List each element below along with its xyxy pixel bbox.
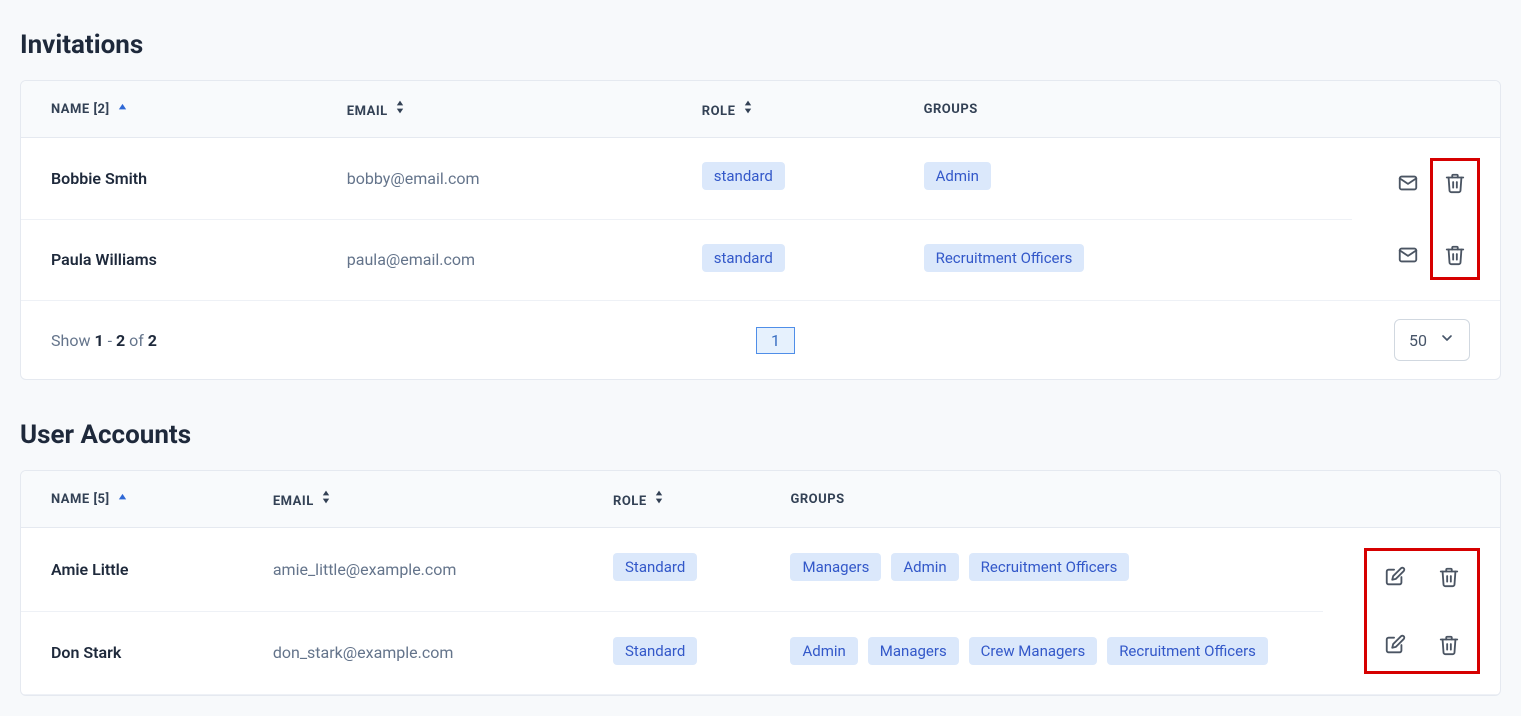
- invitation-email: paula@email.com: [317, 219, 672, 301]
- delete-invite-button[interactable]: [1439, 239, 1471, 271]
- user-name: Amie Little: [21, 528, 243, 612]
- group-badge: Recruitment Officers: [969, 553, 1130, 581]
- edit-user-button[interactable]: [1379, 561, 1411, 593]
- col-header-name[interactable]: NAME [5]: [21, 471, 243, 528]
- invitations-table: NAME [2] EMAIL ROLE GROUPS Bobbie: [21, 81, 1500, 301]
- pg-dash: -: [104, 331, 116, 350]
- invitations-footer: Show 1 - 2 of 2 1 50: [21, 301, 1500, 379]
- col-header-role-label: ROLE: [702, 104, 736, 119]
- sort-icon: [743, 104, 753, 119]
- col-header-email[interactable]: EMAIL: [243, 471, 583, 528]
- pg-to: 2: [116, 331, 125, 350]
- resend-invite-button[interactable]: [1392, 167, 1424, 199]
- role-badge: standard: [702, 162, 785, 190]
- invitation-name: Paula Williams: [21, 219, 317, 301]
- col-header-email[interactable]: EMAIL: [317, 81, 672, 138]
- invitation-row: Bobbie Smith bobby@email.com standard Ad…: [21, 138, 1500, 220]
- col-header-name-label: NAME [5]: [51, 492, 110, 507]
- col-header-groups: GROUPS: [760, 471, 1322, 528]
- col-header-role[interactable]: ROLE: [583, 471, 760, 528]
- sort-icon: [321, 494, 331, 509]
- group-badge: Managers: [868, 637, 959, 665]
- group-badge: Crew Managers: [969, 637, 1098, 665]
- user-email: amie_little@example.com: [243, 528, 583, 612]
- chevron-down-icon: [1439, 330, 1455, 350]
- group-badge: Managers: [790, 553, 881, 581]
- role-badge: Standard: [613, 637, 697, 665]
- group-badge: Recruitment Officers: [1107, 637, 1268, 665]
- edit-user-button[interactable]: [1379, 629, 1411, 661]
- col-header-email-label: EMAIL: [273, 494, 314, 509]
- col-header-role-label: ROLE: [613, 494, 647, 509]
- resend-invite-button[interactable]: [1392, 239, 1424, 271]
- pagination-summary: Show 1 - 2 of 2: [51, 331, 157, 350]
- col-header-name-label: NAME [2]: [51, 102, 110, 117]
- pg-total: 2: [148, 331, 157, 350]
- page-number[interactable]: 1: [756, 327, 795, 354]
- sort-icon: [395, 104, 405, 119]
- col-header-email-label: EMAIL: [347, 104, 388, 119]
- delete-highlight: [1430, 158, 1480, 280]
- sort-asc-icon: [117, 102, 128, 117]
- invitations-title: Invitations: [20, 30, 1501, 60]
- sort-asc-icon: [117, 492, 128, 507]
- invitation-name: Bobbie Smith: [21, 138, 317, 220]
- col-header-groups: GROUPS: [894, 81, 1352, 138]
- invitation-email: bobby@email.com: [317, 138, 672, 220]
- actions-highlight: [1364, 548, 1480, 674]
- delete-invite-button[interactable]: [1439, 167, 1471, 199]
- page-size-value: 50: [1409, 331, 1427, 350]
- role-badge: standard: [702, 244, 785, 272]
- role-badge: Standard: [613, 553, 697, 581]
- user-name: Don Stark: [21, 611, 243, 695]
- col-header-groups-label: GROUPS: [924, 102, 978, 117]
- invitation-row: Paula Williams paula@email.com standard …: [21, 219, 1500, 301]
- col-header-groups-label: GROUPS: [790, 492, 844, 507]
- user-accounts-table: NAME [5] EMAIL ROLE GROUPS Amie L: [21, 471, 1500, 695]
- group-badge: Recruitment Officers: [924, 244, 1085, 272]
- user-accounts-title: User Accounts: [20, 420, 1501, 450]
- user-row: Don Stark don_stark@example.com Standard…: [21, 611, 1500, 695]
- pg-from: 1: [94, 331, 103, 350]
- user-row: Amie Little amie_little@example.com Stan…: [21, 528, 1500, 612]
- group-badge: Admin: [924, 162, 991, 190]
- user-email: don_stark@example.com: [243, 611, 583, 695]
- group-badge: Admin: [790, 637, 857, 665]
- group-badge: Admin: [891, 553, 958, 581]
- delete-user-button[interactable]: [1433, 561, 1465, 593]
- user-accounts-card: NAME [5] EMAIL ROLE GROUPS Amie L: [20, 470, 1501, 696]
- invitations-card: NAME [2] EMAIL ROLE GROUPS Bobbie: [20, 80, 1501, 380]
- col-header-role[interactable]: ROLE: [672, 81, 894, 138]
- sort-icon: [654, 494, 664, 509]
- col-header-name[interactable]: NAME [2]: [21, 81, 317, 138]
- pg-show: Show: [51, 331, 94, 350]
- delete-user-button[interactable]: [1433, 629, 1465, 661]
- pg-of: of: [125, 331, 148, 350]
- page-size-select[interactable]: 50: [1394, 319, 1470, 361]
